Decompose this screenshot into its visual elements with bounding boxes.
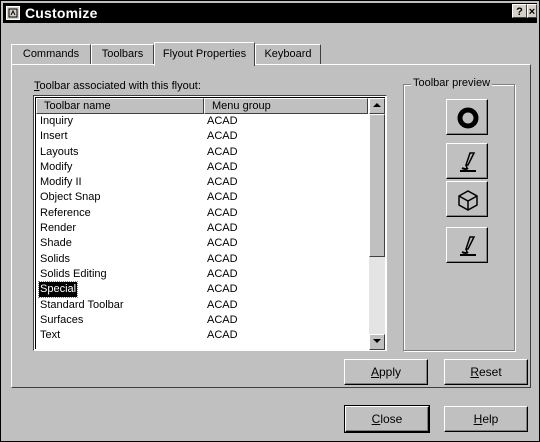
list-scrollbar[interactable] <box>369 98 385 350</box>
list-item[interactable]: Standard Toolbar ACAD <box>36 298 368 313</box>
menu-group-cell: ACAD <box>207 252 238 265</box>
scroll-thumb[interactable] <box>369 114 385 257</box>
tab-commands[interactable]: Commands <box>11 44 91 64</box>
column-header-toolbar-name[interactable]: Toolbar name <box>36 98 204 114</box>
close-label: lose <box>380 412 403 426</box>
menu-group-cell: ACAD <box>207 267 238 280</box>
box-3d-icon <box>458 190 478 211</box>
preview-button-2[interactable] <box>446 143 488 179</box>
close-title-button[interactable]: × <box>527 4 537 18</box>
apply-mnemonic: A <box>370 365 379 379</box>
list-item[interactable]: Insert ACAD <box>36 129 368 144</box>
assoc-label-text: oolbar associated with this flyout: <box>39 80 201 92</box>
menu-group-cell: ACAD <box>207 222 238 235</box>
toolbar-assoc-label: Toolbar associated with this flyout: <box>34 80 201 92</box>
menu-group-cell: ACAD <box>207 237 238 250</box>
list-item[interactable]: Text ACAD <box>36 328 368 343</box>
column-header-menu-group[interactable]: Menu group <box>204 98 368 114</box>
list-item[interactable]: Modify ACAD <box>36 160 368 175</box>
menu-group-cell: ACAD <box>207 115 238 127</box>
toolbar-list-inner: Toolbar name Menu group Inquiry ACAD Inser… <box>35 97 385 350</box>
list-item[interactable]: Render ACAD <box>36 221 368 236</box>
menu-group-cell: ACAD <box>207 176 238 189</box>
list-item[interactable]: Reference ACAD <box>36 206 368 221</box>
menu-group-cell: ACAD <box>207 206 238 219</box>
menu-group-cell: ACAD <box>207 130 238 143</box>
toolbar-name-cell: Solids <box>40 252 70 265</box>
menu-group-cell: ACAD <box>207 145 238 158</box>
pencil-edit-icon <box>460 236 476 256</box>
toolbar-name-cell: Shade <box>40 237 72 250</box>
menu-group-cell: ACAD <box>207 191 238 204</box>
help-label: elp <box>482 412 499 426</box>
donut-icon <box>457 107 479 129</box>
arrow-down-icon <box>373 339 381 343</box>
tab-toolbars[interactable]: Toolbars <box>91 44 154 64</box>
list-item[interactable]: Special ACAD <box>36 281 368 299</box>
help-title-button[interactable]: ? <box>512 4 527 18</box>
toolbar-name-cell: Text <box>40 329 61 342</box>
window-title: Customize <box>25 5 98 21</box>
toolbar-list-rows: Inquiry ACAD Insert ACAD Layouts ACAD Modify AC… <box>36 114 368 343</box>
preview-button-4[interactable] <box>446 227 488 263</box>
list-item[interactable]: Inquiry ACAD <box>36 114 368 129</box>
toolbar-name-cell: Inquiry <box>40 115 74 127</box>
apply-button[interactable]: Apply <box>344 359 428 385</box>
toolbar-name-cell: Object Snap <box>40 191 101 204</box>
toolbar-name-cell: Insert <box>40 130 68 143</box>
menu-group-cell: ACAD <box>207 283 238 296</box>
reset-mnemonic: R <box>470 365 479 379</box>
apply-label: pply <box>379 365 402 379</box>
list-item[interactable]: Solids Editing ACAD <box>36 267 368 282</box>
preview-button-1[interactable] <box>446 99 488 135</box>
scroll-down-button[interactable] <box>369 334 385 350</box>
toolbar-name-cell: Standard Toolbar <box>40 298 124 311</box>
list-item[interactable]: Layouts ACAD <box>36 145 368 160</box>
customize-dialog: Customize ? × Commands Toolbars Keyboard… <box>0 0 540 442</box>
toolbar-name-cell: Modify II <box>40 176 82 189</box>
list-item[interactable]: Object Snap ACAD <box>36 190 368 205</box>
toolbar-name-cell: Solids Editing <box>40 267 107 280</box>
menu-group-cell: ACAD <box>207 160 238 173</box>
toolbar-preview-label: Toolbar preview <box>411 77 493 89</box>
list-item[interactable]: Surfaces ACAD <box>36 313 368 328</box>
app-icon <box>6 6 20 20</box>
pencil-edit-icon <box>460 152 476 172</box>
menu-group-cell: ACAD <box>207 329 238 342</box>
toolbar-name-cell: Modify <box>40 160 73 173</box>
scroll-up-button[interactable] <box>369 98 385 114</box>
toolbar-name-cell: Layouts <box>40 145 79 158</box>
list-item[interactable]: Solids ACAD <box>36 252 368 267</box>
toolbar-name-cell: Reference <box>40 206 91 219</box>
toolbar-name-cell: Special <box>37 281 79 299</box>
toolbar-name-cell: Surfaces <box>40 313 84 326</box>
close-button[interactable]: Close <box>344 405 430 433</box>
arrow-up-icon <box>373 103 381 107</box>
toolbar-list[interactable]: Toolbar name Menu group Inquiry ACAD Inser… <box>33 95 387 351</box>
menu-group-cell: ACAD <box>207 313 238 326</box>
preview-button-3[interactable] <box>446 181 488 217</box>
title-bar[interactable]: Customize <box>3 3 537 23</box>
reset-label: eset <box>478 365 502 379</box>
list-item[interactable]: Modify II ACAD <box>36 175 368 190</box>
menu-group-cell: ACAD <box>207 298 238 311</box>
tab-flyout-properties[interactable]: Flyout Properties <box>154 42 255 66</box>
list-item[interactable]: Shade ACAD <box>36 236 368 251</box>
toolbar-name-cell: Render <box>40 222 77 235</box>
help-button[interactable]: Help <box>444 406 528 432</box>
tab-keyboard[interactable]: Keyboard <box>255 44 321 64</box>
reset-button[interactable]: Reset <box>444 359 528 385</box>
